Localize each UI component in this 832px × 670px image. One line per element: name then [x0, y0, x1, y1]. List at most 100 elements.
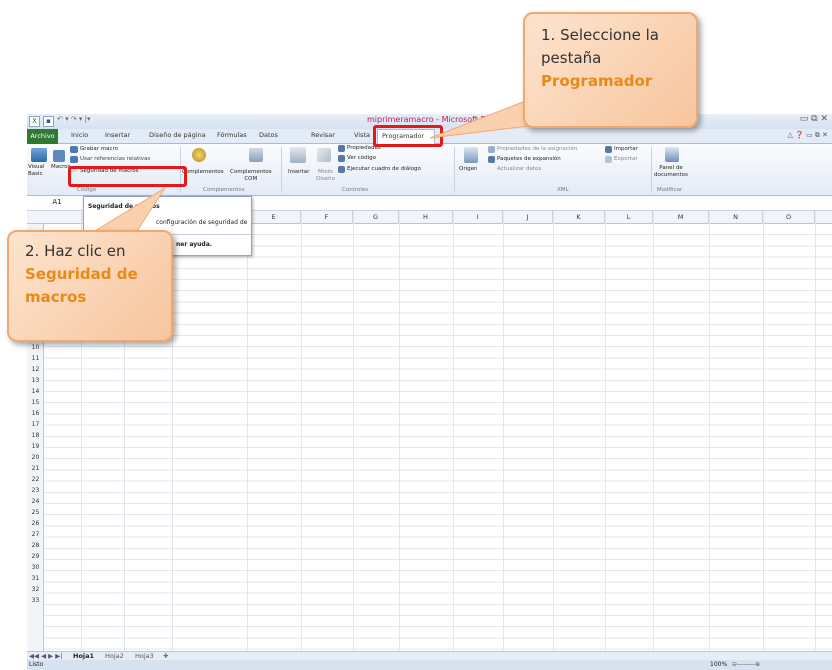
excel-icon[interactable]: X	[29, 116, 40, 127]
grid-line	[815, 211, 816, 651]
row-header[interactable]: 22	[27, 476, 44, 483]
macros-icon[interactable]	[53, 150, 65, 162]
row-header[interactable]: 25	[27, 509, 44, 516]
zoom-slider-icon[interactable]: ⊖———⊕	[732, 660, 760, 669]
row-header[interactable]: 33	[27, 597, 44, 604]
zoom-level[interactable]: 100%	[710, 660, 727, 669]
complementos-com-icon[interactable]	[249, 148, 263, 162]
row-header[interactable]: 31	[27, 575, 44, 582]
row-header[interactable]: 14	[27, 388, 44, 395]
row-header[interactable]: 20	[27, 454, 44, 461]
group-modificar-label: Modificar	[657, 187, 683, 193]
group-controles-label: Controles	[342, 187, 369, 193]
paquetes-expansion-button[interactable]: Paquetes de expansión	[497, 156, 561, 163]
actualizar-datos-button[interactable]: Actualizar datos	[497, 166, 541, 173]
referencias-relativas-button[interactable]: Usar referencias relativas	[80, 156, 150, 163]
status-ready: Listo	[29, 661, 44, 668]
row-header[interactable]: 29	[27, 553, 44, 560]
tab-vista[interactable]: Vista	[354, 131, 370, 139]
column-header[interactable]: K	[553, 211, 605, 224]
undo-redo-icon[interactable]: ↶ ▾ ↷ ▾ |▾	[57, 115, 91, 123]
grid-line	[353, 211, 354, 651]
row-header[interactable]: 32	[27, 586, 44, 593]
tab-diseno[interactable]: Diseño de página	[149, 131, 206, 139]
callout-1-line2: pestaña	[541, 49, 602, 67]
grid-line	[653, 211, 654, 651]
ejecutar-dialogo-button[interactable]: Ejecutar cuadro de diálogo	[347, 166, 421, 173]
panel-documentos-icon[interactable]	[665, 147, 679, 162]
row-header[interactable]: 17	[27, 421, 44, 428]
column-header[interactable]: O	[763, 211, 815, 224]
tab-formulas[interactable]: Fórmulas	[217, 131, 247, 139]
grid-line	[453, 211, 454, 651]
row-header[interactable]: 19	[27, 443, 44, 450]
ver-codigo-button[interactable]: Ver código	[347, 155, 376, 162]
sheet-tabs-bar: ◀◀ ◀ ▶ ▶| Hoja1 Hoja2 Hoja3 ✚	[27, 651, 832, 660]
row-header[interactable]: 23	[27, 487, 44, 494]
complementos-icon[interactable]	[192, 148, 206, 162]
visual-basic-icon[interactable]	[31, 148, 47, 162]
help-controls[interactable]: △ ❓ ▭ ⧉ ✕	[788, 131, 828, 140]
name-box[interactable]: A1	[27, 198, 87, 209]
insertar-control-icon[interactable]	[290, 147, 306, 163]
complementos-button[interactable]: Complementos	[182, 169, 224, 176]
column-header[interactable]: H	[399, 211, 453, 224]
ribbon-separator	[281, 147, 282, 193]
paquetes-icon	[488, 156, 495, 163]
importar-button[interactable]: Importar	[614, 146, 638, 153]
save-icon[interactable]: ▪	[43, 116, 54, 127]
tab-inicio[interactable]: Inicio	[71, 131, 88, 139]
callout-step-2: 2. Haz clic en Seguridad de macros	[7, 230, 173, 342]
panel-documentos-button[interactable]: Panel de documentos	[654, 165, 688, 179]
origen-button[interactable]: Origen	[459, 166, 477, 173]
group-xml-label: XML	[557, 187, 569, 193]
row-header[interactable]: 12	[27, 366, 44, 373]
tab-archivo[interactable]: Archivo	[27, 129, 58, 144]
row-header[interactable]: 30	[27, 564, 44, 571]
row-header[interactable]: 18	[27, 432, 44, 439]
row-header[interactable]: 28	[27, 542, 44, 549]
row-header[interactable]: 26	[27, 520, 44, 527]
callout-2-line1: 2. Haz clic en	[25, 242, 126, 260]
grabar-macro-button[interactable]: Grabar macro	[80, 146, 118, 153]
callout-2-highlight2: macros	[25, 288, 87, 306]
row-header[interactable]: 16	[27, 410, 44, 417]
row-header[interactable]: 15	[27, 399, 44, 406]
row-header[interactable]: 11	[27, 355, 44, 362]
ejecutar-dialogo-icon	[338, 166, 345, 173]
grid-line	[605, 211, 606, 651]
modo-diseno-button[interactable]: Modo Diseño	[316, 169, 335, 183]
complementos-com-button[interactable]: Complementos COM	[230, 169, 272, 183]
row-header[interactable]: 21	[27, 465, 44, 472]
insertar-control-button[interactable]: Insertar	[288, 169, 309, 176]
grid-line	[503, 211, 504, 651]
column-header[interactable]: L	[605, 211, 653, 224]
row-header[interactable]: 27	[27, 531, 44, 538]
group-complementos-label: Complementos	[203, 187, 245, 193]
exportar-button[interactable]: Exportar	[614, 156, 638, 163]
callout-1-highlight: Programador	[541, 72, 653, 90]
column-header[interactable]: N	[709, 211, 763, 224]
column-header[interactable]: G	[353, 211, 399, 224]
visual-basic-button[interactable]: Visual Basic	[28, 164, 44, 178]
tab-revisar[interactable]: Revisar	[311, 131, 335, 139]
tab-datos[interactable]: Datos	[259, 131, 278, 139]
record-macro-icon	[70, 146, 78, 153]
column-header[interactable]: F	[301, 211, 353, 224]
tab-insertar[interactable]: Insertar	[105, 131, 130, 139]
column-header[interactable]: I	[453, 211, 503, 224]
status-bar: Listo 100% ⊖———⊕	[27, 660, 832, 670]
column-header[interactable]: J	[503, 211, 553, 224]
column-header[interactable]: E	[247, 211, 301, 224]
ver-codigo-icon	[338, 155, 345, 162]
row-header[interactable]: 10	[27, 344, 44, 351]
grid-line	[763, 211, 764, 651]
row-header[interactable]: 24	[27, 498, 44, 505]
callout-1-line1: 1. Seleccione la	[541, 26, 659, 44]
modo-diseno-icon[interactable]	[317, 148, 331, 162]
window-controls[interactable]: ▭ ⧉ ✕	[800, 114, 828, 124]
grid-line	[247, 211, 248, 651]
callout-2-highlight1: Seguridad de	[25, 265, 138, 283]
column-header[interactable]: M	[653, 211, 709, 224]
row-header[interactable]: 13	[27, 377, 44, 384]
